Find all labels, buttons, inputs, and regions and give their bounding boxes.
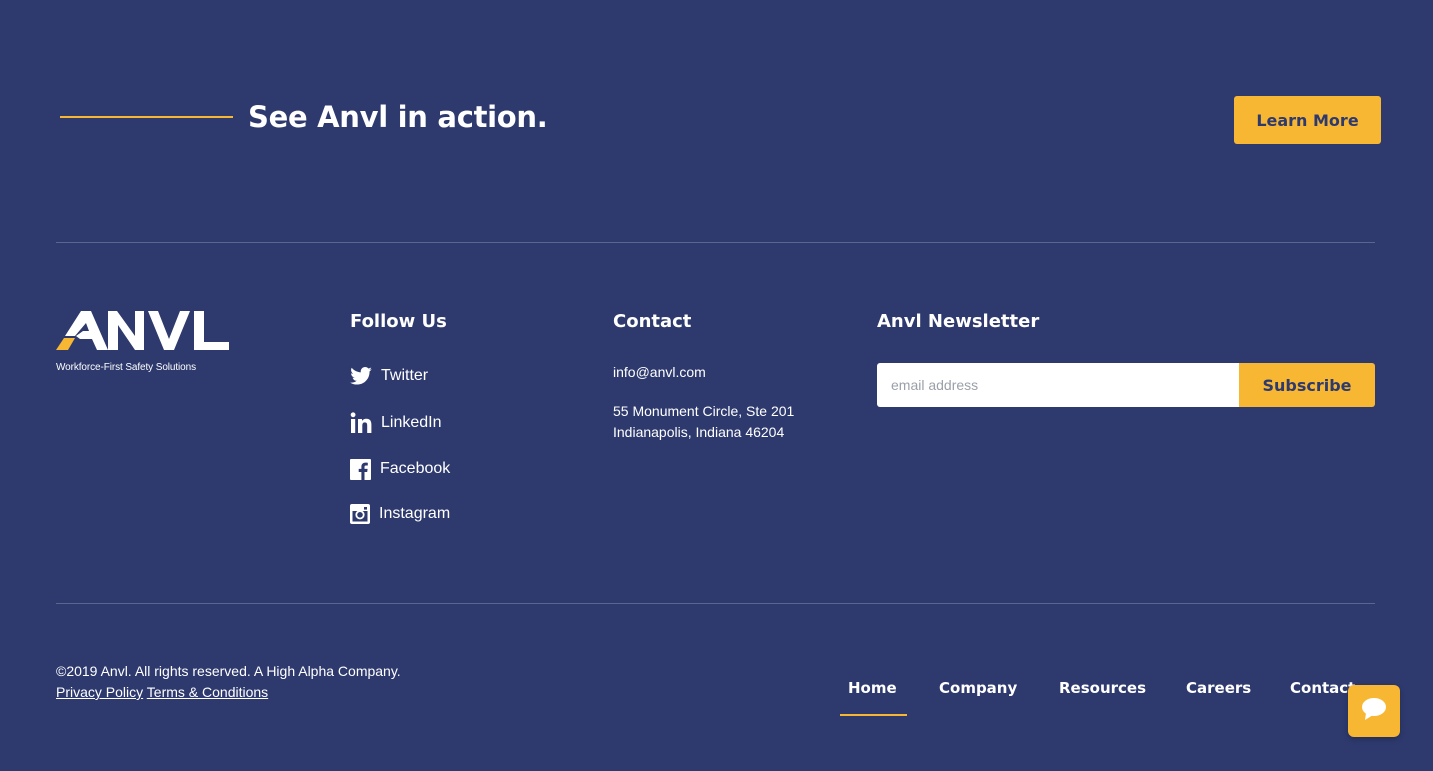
contact-email-link[interactable]: info@anvl.com <box>613 362 706 383</box>
facebook-icon <box>350 458 371 480</box>
nav-company[interactable]: Company <box>939 679 1017 697</box>
nav-home[interactable]: Home <box>848 679 897 697</box>
terms-conditions-link[interactable]: Terms & Conditions <box>147 684 268 700</box>
chat-button[interactable] <box>1348 685 1400 737</box>
nav-careers[interactable]: Careers <box>1186 679 1251 697</box>
learn-more-button[interactable]: Learn More <box>1234 96 1381 144</box>
contact-address-line1: 55 Monument Circle, Ste 201 <box>613 403 795 419</box>
legal-links: Privacy Policy Terms & Conditions <box>56 682 401 703</box>
newsletter-heading: Anvl Newsletter <box>877 311 1040 332</box>
nav-active-indicator <box>840 714 907 716</box>
instagram-link[interactable]: Instagram <box>350 502 450 526</box>
chat-bubble-icon <box>1361 697 1387 726</box>
privacy-policy-link[interactable]: Privacy Policy <box>56 684 143 700</box>
linkedin-link[interactable]: LinkedIn <box>350 411 442 435</box>
cta-heading: See Anvl in action. <box>248 100 548 134</box>
twitter-link[interactable]: Twitter <box>350 364 428 388</box>
subscribe-button[interactable]: Subscribe <box>1239 363 1375 407</box>
facebook-link[interactable]: Facebook <box>350 457 450 481</box>
contact-address-line2: Indianapolis, Indiana 46204 <box>613 424 785 440</box>
copyright-block: ©2019 Anvl. All rights reserved. A High … <box>56 661 401 703</box>
copyright-text: ©2019 Anvl. All rights reserved. A High … <box>56 663 401 679</box>
anvl-logo-mark <box>56 311 229 350</box>
newsletter-email-input[interactable] <box>877 363 1239 407</box>
linkedin-label: LinkedIn <box>381 414 442 431</box>
instagram-label: Instagram <box>379 505 451 522</box>
nav-contact[interactable]: Contact <box>1290 679 1355 697</box>
divider-bottom <box>56 603 1375 604</box>
anvl-logo[interactable]: Workforce-First Safety Solutions <box>56 309 230 373</box>
cta-accent-line <box>60 116 233 118</box>
linkedin-icon <box>350 412 372 434</box>
twitter-label: Twitter <box>381 367 429 384</box>
contact-heading: Contact <box>613 311 692 332</box>
twitter-icon <box>350 367 372 385</box>
divider-top <box>56 242 1375 243</box>
facebook-label: Facebook <box>380 460 451 477</box>
logo-tagline: Workforce-First Safety Solutions <box>56 362 196 373</box>
follow-us-heading: Follow Us <box>350 311 447 332</box>
instagram-icon <box>350 504 370 524</box>
nav-resources[interactable]: Resources <box>1059 679 1146 697</box>
